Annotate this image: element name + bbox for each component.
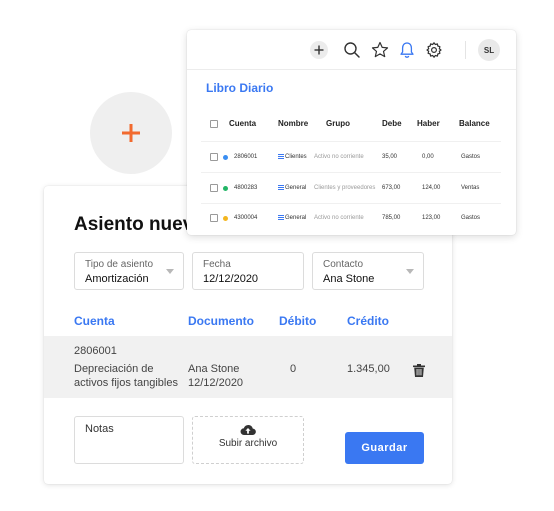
search-icon[interactable] — [342, 40, 362, 60]
row-credit: 1.345,00 — [347, 363, 390, 375]
chevron-down-icon — [406, 269, 414, 274]
cloud-upload-icon — [240, 424, 256, 436]
row-divider — [201, 141, 501, 142]
row-description-line1: Depreciación de — [74, 363, 154, 375]
column-header-debito: Débito — [279, 314, 317, 328]
journal-title: Libro Diario — [206, 81, 274, 95]
avatar[interactable]: SL — [478, 39, 500, 61]
date-field[interactable]: Fecha 12/12/2020 — [192, 252, 304, 290]
row-haber: 0,00 — [422, 154, 434, 160]
column-header-grupo: Grupo — [326, 119, 350, 128]
list-icon — [278, 215, 284, 220]
column-header-documento: Documento — [188, 314, 254, 328]
row-cuenta: 2806001 — [234, 154, 258, 160]
save-button[interactable]: Guardar — [345, 432, 424, 464]
column-header-nombre: Nombre — [278, 119, 309, 128]
list-icon — [278, 185, 284, 190]
column-header-cuenta: Cuenta — [229, 119, 257, 128]
gear-icon[interactable] — [424, 40, 444, 60]
row-checkbox[interactable] — [210, 184, 218, 192]
toolbar-divider — [465, 41, 466, 59]
row-nombre: Clientes — [285, 154, 307, 160]
entry-type-select[interactable]: Tipo de asiento Amortización — [74, 252, 184, 290]
column-header-debe: Debe — [382, 119, 402, 128]
row-checkbox[interactable] — [210, 214, 218, 222]
row-divider — [201, 203, 501, 204]
row-checkbox[interactable] — [210, 153, 218, 161]
select-all-checkbox[interactable] — [210, 120, 218, 128]
column-header-cuenta: Cuenta — [74, 314, 115, 328]
row-description-line2: activos fijos tangibles — [74, 377, 178, 389]
notes-field[interactable]: Notas — [74, 416, 184, 464]
row-nombre: General — [285, 215, 307, 221]
chevron-down-icon — [166, 269, 174, 274]
row-nombre: General — [285, 185, 307, 191]
row-grupo: Activo no corriente — [314, 215, 364, 221]
row-haber: 124,00 — [422, 185, 441, 191]
status-dot-green — [223, 185, 228, 191]
row-debe: 785,00 — [382, 215, 401, 221]
bell-icon[interactable] — [397, 40, 417, 60]
contact-value: Ana Stone — [323, 273, 375, 285]
journal-card: SL Libro Diario Cuenta Nombre Grupo Debe… — [187, 30, 516, 235]
column-header-haber: Haber — [417, 119, 440, 128]
row-document-line2: 12/12/2020 — [188, 377, 244, 389]
trash-icon[interactable] — [413, 364, 425, 377]
notes-label: Notas — [85, 423, 114, 435]
upload-file-button[interactable]: Subir archivo — [192, 416, 304, 464]
row-grupo: Activo no corriente — [314, 154, 364, 160]
row-debe: 35,00 — [382, 154, 398, 160]
row-cuenta: 4300004 — [234, 215, 258, 221]
contact-label: Contacto — [323, 259, 364, 270]
column-header-credito: Crédito — [347, 314, 389, 328]
upload-label: Subir archivo — [218, 438, 278, 449]
row-account: 2806001 — [74, 345, 117, 357]
row-balance: Ventas — [461, 185, 480, 191]
row-haber: 123,00 — [422, 215, 441, 221]
row-divider — [201, 172, 501, 173]
plus-icon — [122, 124, 140, 142]
star-icon[interactable] — [370, 40, 390, 60]
status-dot-blue — [223, 154, 228, 160]
row-debit: 0 — [290, 363, 297, 375]
entry-type-value: Amortización — [85, 273, 149, 285]
list-icon — [278, 154, 284, 159]
date-value: 12/12/2020 — [203, 273, 259, 285]
page-title: Asiento nuevo — [74, 214, 205, 235]
contact-select[interactable]: Contacto Ana Stone — [312, 252, 424, 290]
date-label: Fecha — [203, 259, 231, 270]
row-grupo: Clientes y proveedores — [314, 185, 376, 191]
plus-icon[interactable] — [309, 40, 329, 60]
row-debe: 673,00 — [382, 185, 401, 191]
row-document-line1: Ana Stone — [188, 363, 240, 375]
row-balance: Gastos — [461, 154, 481, 160]
row-balance: Gastos — [461, 215, 481, 221]
status-dot-yellow — [223, 215, 228, 221]
column-header-balance: Balance — [459, 119, 490, 128]
row-cuenta: 4800283 — [234, 185, 258, 191]
add-entry-button[interactable] — [90, 92, 172, 174]
entry-type-label: Tipo de asiento — [85, 259, 154, 270]
toolbar: SL — [187, 30, 516, 70]
